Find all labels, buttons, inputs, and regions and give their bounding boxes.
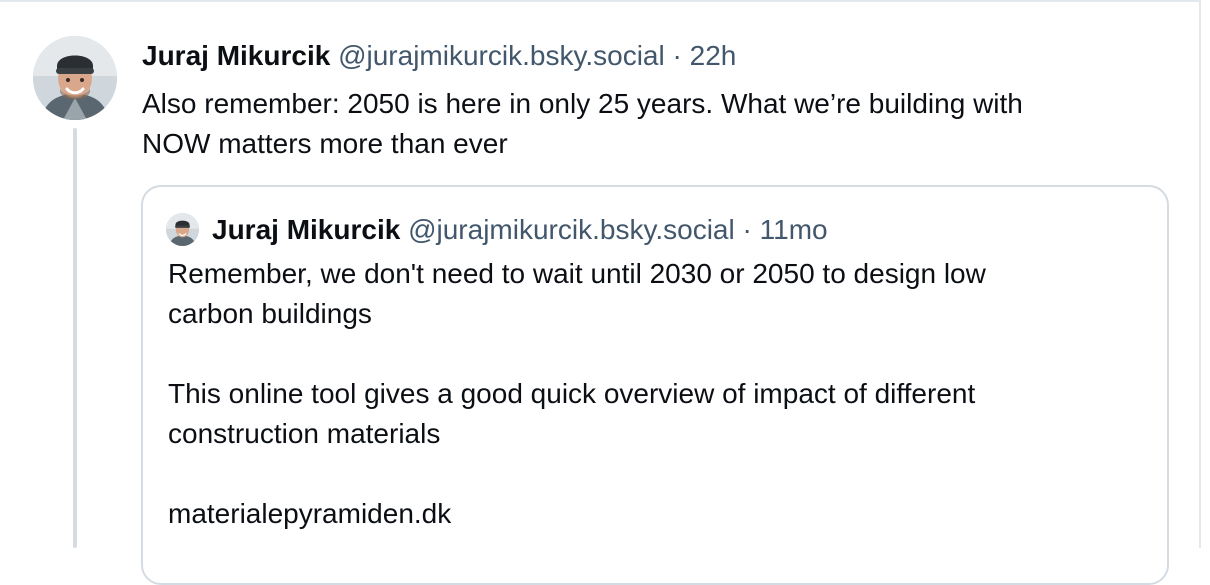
post-timestamp[interactable]: 22h bbox=[690, 40, 737, 71]
thread-line bbox=[73, 128, 77, 548]
meta-separator: · bbox=[672, 40, 682, 71]
author-avatar[interactable] bbox=[33, 36, 117, 120]
quoted-link-text: materialepyramiden.dk bbox=[168, 498, 452, 529]
quoted-paragraph: This online tool gives a good quick over… bbox=[168, 378, 976, 449]
quoted-paragraph: Remember, we don't need to wait until 20… bbox=[168, 258, 986, 329]
quoted-meta-separator: · bbox=[742, 214, 752, 245]
author-photo bbox=[33, 36, 117, 120]
quoted-author-avatar[interactable] bbox=[166, 213, 199, 246]
post-header: Juraj Mikurcik @jurajmikurcik.bsky.socia… bbox=[142, 38, 736, 74]
quoted-post-header: Juraj Mikurcik @jurajmikurcik.bsky.socia… bbox=[212, 212, 828, 248]
quoted-post-timestamp[interactable]: 11mo bbox=[760, 214, 828, 245]
author-name[interactable]: Juraj Mikurcik bbox=[142, 40, 330, 71]
post-text: Also remember: 2050 is here in only 25 y… bbox=[142, 88, 1023, 159]
quoted-author-handle[interactable]: @jurajmikurcik.bsky.social bbox=[408, 214, 735, 245]
quoted-post-text: Remember, we don't need to wait until 20… bbox=[168, 254, 1148, 534]
author-handle[interactable]: @jurajmikurcik.bsky.social bbox=[338, 40, 665, 71]
quoted-author-name[interactable]: Juraj Mikurcik bbox=[212, 214, 400, 245]
quoted-author-photo bbox=[166, 213, 199, 246]
